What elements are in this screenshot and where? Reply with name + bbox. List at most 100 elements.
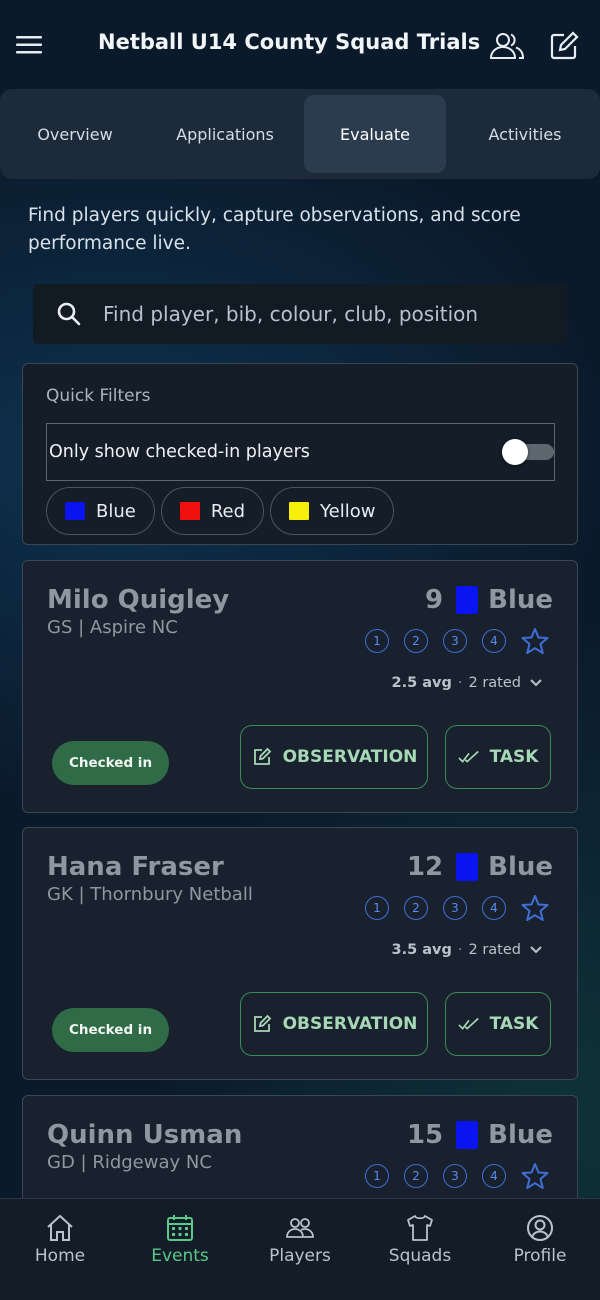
observation-label: OBSERVATION [282, 747, 418, 767]
tab-activities[interactable]: Activities [454, 95, 596, 173]
rating-1-button[interactable]: 1 [365, 1164, 389, 1188]
checked-in-badge: Checked in [52, 741, 170, 785]
event-title: Netball U14 County Squad Trials [98, 30, 481, 54]
player-card[interactable]: Milo Quigley GS | Aspire NC 9 Blue 1 2 3… [22, 560, 578, 813]
observation-button[interactable]: OBSERVATION [240, 992, 428, 1056]
rating-1-button[interactable]: 1 [365, 629, 389, 653]
rating-selector: 1 2 3 4 [365, 627, 549, 655]
task-button[interactable]: TASK [445, 992, 551, 1056]
chevron-down-icon [530, 946, 542, 954]
rating-2-button[interactable]: 2 [404, 896, 428, 920]
star-icon [521, 895, 549, 921]
double-check-icon [457, 1013, 480, 1035]
checked-in-badge: Checked in [52, 1008, 170, 1052]
average-score: 3.5 avg [391, 942, 452, 958]
rating-selector: 1 2 3 4 [365, 1162, 549, 1190]
checked-in-toggle[interactable] [502, 439, 554, 465]
checked-in-filter-row[interactable]: Only show checked-in players [46, 423, 555, 481]
nav-profile[interactable]: Profile [480, 1199, 600, 1300]
team-colour-swatch [456, 586, 479, 614]
star-rating-button[interactable] [521, 894, 549, 922]
calendar-icon [165, 1213, 195, 1243]
rating-2-button[interactable]: 2 [404, 629, 428, 653]
rating-2-button[interactable]: 2 [404, 1164, 428, 1188]
menu-button[interactable] [14, 30, 44, 60]
nav-squads[interactable]: Squads [360, 1199, 480, 1300]
tab-applications[interactable]: Applications [154, 95, 296, 173]
player-search [33, 284, 567, 344]
bib-info: 9 Blue [425, 585, 553, 615]
chip-blue[interactable]: Blue [46, 487, 155, 535]
search-icon [55, 300, 83, 328]
bib-number: 15 [406, 1120, 444, 1150]
edit-note-icon [251, 1013, 273, 1035]
bib-number: 12 [406, 852, 444, 882]
rating-4-button[interactable]: 4 [482, 1164, 506, 1188]
quick-filters-panel: Quick Filters Only show checked-in playe… [22, 363, 578, 545]
blue-swatch [64, 501, 86, 521]
edit-event-button[interactable] [546, 28, 582, 64]
player-card[interactable]: Quinn Usman GD | Ridgeway NC 15 Blue 1 2… [22, 1095, 578, 1198]
colour-filter-chips: Blue Red Yellow [46, 487, 395, 535]
nav-label: Profile [513, 1246, 567, 1266]
people-icon [489, 33, 525, 59]
players-icon [285, 1213, 315, 1243]
player-position-club: GK | Thornbury Netball [47, 884, 253, 905]
intro-text: Find players quickly, capture observatio… [28, 205, 521, 254]
nav-label: Home [34, 1246, 86, 1266]
search-input[interactable] [103, 302, 563, 326]
double-check-icon [457, 746, 480, 768]
home-icon [45, 1213, 75, 1243]
star-icon [521, 1163, 549, 1189]
team-colour-swatch [456, 853, 479, 881]
separator-dot: · [457, 675, 463, 691]
rating-4-button[interactable]: 4 [482, 629, 506, 653]
observation-label: OBSERVATION [282, 1014, 418, 1034]
rating-3-button[interactable]: 3 [443, 1164, 467, 1188]
red-swatch [178, 501, 201, 521]
edit-note-icon [251, 746, 273, 768]
star-rating-button[interactable] [521, 1162, 549, 1190]
rated-count: 2 rated [468, 942, 522, 958]
chip-label: Yellow [320, 500, 376, 522]
top-app-bar: Netball U14 County Squad Trials [0, 0, 600, 90]
tab-overview[interactable]: Overview [4, 95, 146, 173]
participants-button[interactable] [489, 28, 525, 64]
player-name: Milo Quigley [47, 585, 230, 615]
edit-note-icon [550, 31, 579, 60]
observation-button[interactable]: OBSERVATION [240, 725, 428, 789]
task-button[interactable]: TASK [445, 725, 551, 789]
rated-count: 2 rated [468, 675, 522, 691]
bottom-navigation: Home Events Players Squads Profile [0, 1198, 600, 1300]
star-rating-button[interactable] [521, 627, 549, 655]
rating-summary[interactable]: 3.5 avg · 2 rated [392, 942, 543, 958]
rating-3-button[interactable]: 3 [443, 629, 467, 653]
player-card[interactable]: Hana Fraser GK | Thornbury Netball 12 Bl… [22, 827, 578, 1080]
player-name: Quinn Usman [47, 1120, 243, 1150]
nav-players[interactable]: Players [240, 1199, 360, 1300]
nav-label: Players [269, 1246, 331, 1266]
chip-yellow[interactable]: Yellow [270, 487, 395, 535]
shirt-icon [405, 1213, 435, 1243]
star-icon [521, 628, 549, 654]
checked-in-filter-label: Only show checked-in players [49, 442, 310, 462]
player-position-club: GS | Aspire NC [47, 617, 178, 638]
bib-number: 9 [425, 585, 444, 615]
rating-selector: 1 2 3 4 [365, 894, 549, 922]
nav-label: Squads [388, 1246, 452, 1266]
team-colour-swatch [456, 1121, 479, 1149]
nav-home[interactable]: Home [0, 1199, 120, 1300]
rating-summary[interactable]: 2.5 avg · 2 rated [392, 675, 543, 691]
rating-1-button[interactable]: 1 [365, 896, 389, 920]
team-colour-label: Blue [488, 585, 553, 615]
nav-events[interactable]: Events [120, 1199, 240, 1300]
team-colour-label: Blue [488, 852, 553, 882]
quick-filters-title: Quick Filters [46, 386, 151, 406]
player-name: Hana Fraser [47, 852, 224, 882]
chip-label: Red [210, 500, 246, 522]
chip-red[interactable]: Red [160, 487, 265, 535]
rating-4-button[interactable]: 4 [482, 896, 506, 920]
tab-evaluate[interactable]: Evaluate [304, 95, 446, 173]
rating-3-button[interactable]: 3 [443, 896, 467, 920]
separator-dot: · [457, 942, 463, 958]
